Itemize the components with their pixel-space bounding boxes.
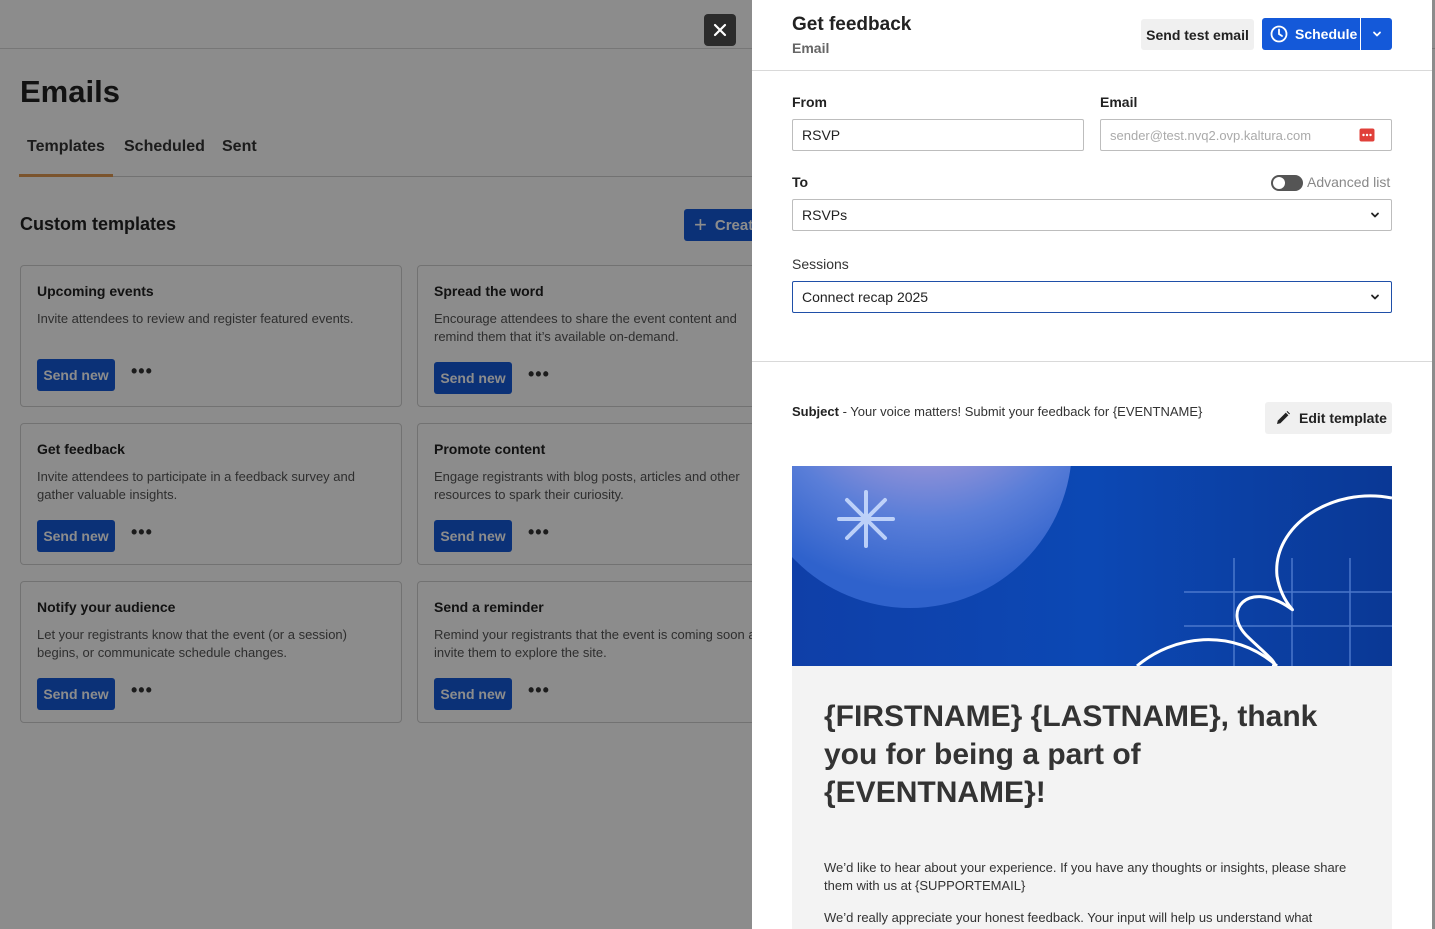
advanced-list-label: Advanced list bbox=[1307, 174, 1391, 190]
pencil-icon bbox=[1277, 411, 1290, 424]
toggle-knob bbox=[1273, 177, 1285, 189]
send-test-email-button[interactable]: Send test email bbox=[1141, 19, 1254, 50]
from-label: From bbox=[792, 94, 827, 110]
email-field[interactable]: sender@test.nvq2.ovp.kaltura.com bbox=[1100, 119, 1392, 151]
email-body-preview: {FIRSTNAME} {LASTNAME}, thank you for be… bbox=[792, 666, 1392, 929]
sessions-value: Connect recap 2025 bbox=[802, 289, 929, 305]
email-heading: {FIRSTNAME} {LASTNAME}, thank you for be… bbox=[824, 700, 1318, 809]
subject-label: Subject bbox=[792, 404, 839, 419]
to-select[interactable]: RSVPs bbox=[792, 199, 1392, 231]
email-editor-panel: Get feedback Email Send test email Sched… bbox=[752, 0, 1432, 929]
sessions-label: Sessions bbox=[792, 256, 849, 272]
close-icon bbox=[713, 23, 727, 37]
edit-template-label: Edit template bbox=[1299, 410, 1387, 426]
to-value: RSVPs bbox=[802, 207, 848, 223]
email-hero-banner bbox=[792, 466, 1392, 666]
schedule-options-button[interactable] bbox=[1361, 18, 1392, 50]
to-label: To bbox=[792, 174, 809, 190]
email-paragraph: We’d like to hear about your experience.… bbox=[824, 860, 1347, 893]
email-placeholder: sender@test.nvq2.ovp.kaltura.com bbox=[1110, 127, 1312, 143]
subject-line: Subject - Your voice matters! Submit you… bbox=[792, 404, 1202, 419]
schedule-button[interactable]: Schedule bbox=[1262, 18, 1360, 50]
edit-template-button[interactable]: Edit template bbox=[1265, 402, 1392, 434]
from-field[interactable]: RSVP bbox=[792, 119, 1084, 151]
email-paragraph: We’d really appreciate your honest feedb… bbox=[824, 910, 1313, 925]
panel-subtitle: Email bbox=[792, 40, 830, 56]
schedule-label: Schedule bbox=[1295, 26, 1358, 42]
chevron-down-icon bbox=[1371, 212, 1379, 218]
contact-card-icon[interactable] bbox=[1359, 128, 1375, 142]
advanced-list-toggle[interactable] bbox=[1271, 175, 1303, 191]
close-panel-button[interactable] bbox=[704, 14, 736, 46]
clock-icon bbox=[1270, 25, 1288, 43]
chevron-down-icon bbox=[1372, 31, 1381, 37]
panel-header: Get feedback Email Send test email Sched… bbox=[752, 0, 1432, 71]
asterisk-icon bbox=[837, 490, 895, 548]
subject-value: - Your voice matters! Submit your feedba… bbox=[838, 404, 1203, 419]
section-divider bbox=[752, 361, 1432, 362]
panel-title: Get feedback bbox=[792, 14, 912, 35]
sessions-select[interactable]: Connect recap 2025 bbox=[792, 281, 1392, 313]
email-label: Email bbox=[1100, 94, 1138, 110]
chevron-down-icon bbox=[1371, 294, 1379, 300]
